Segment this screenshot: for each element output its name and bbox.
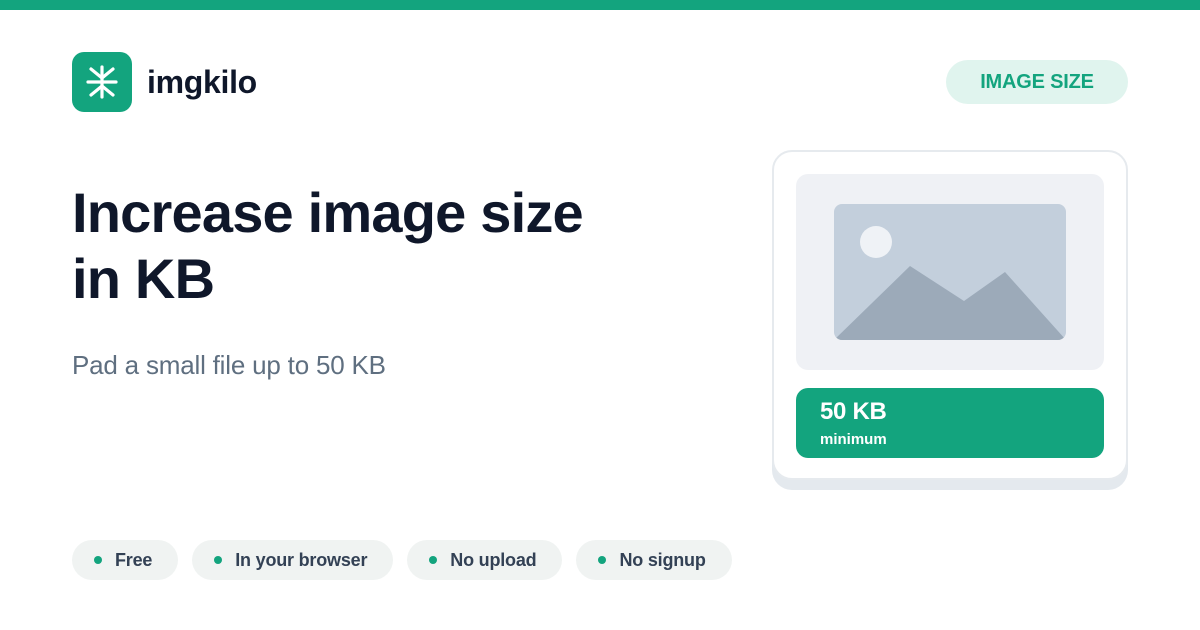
bullet-dot-icon [429,556,438,564]
feature-chip: Free [72,540,179,580]
bullet-dot-icon [214,556,223,564]
size-badge: 50 KB minimum [796,388,1104,458]
feature-chip-label: No signup [619,549,706,570]
og-card: imgkilo IMAGE SIZE Increase image size i… [0,0,1200,630]
feature-chip-label: No upload [450,549,537,570]
top-accent-bar [0,0,1200,10]
feature-chip: No signup [576,540,732,580]
page-title: Increase image size in KB [72,180,712,312]
image-placeholder-icon [834,204,1066,340]
feature-chip-label: Free [115,549,153,570]
preview-card: 50 KB minimum [772,150,1128,480]
feature-chip: In your browser [192,540,394,580]
compress-arrows-icon [72,52,132,112]
page-title-line-1: Increase image size [72,181,584,244]
image-preview [796,174,1104,370]
page-subtitle: Pad a small file up to 50 KB [72,350,386,380]
brand-name: imgkilo [147,63,257,100]
size-caption: minimum [820,431,887,448]
feature-chip-label: In your browser [235,549,368,570]
page-title-line-2: in KB [72,247,215,310]
bullet-dot-icon [94,556,102,564]
size-value: 50 KB [820,398,887,425]
category-badge: IMAGE SIZE [946,60,1128,104]
brand[interactable]: imgkilo [72,52,257,112]
bullet-dot-icon [598,556,607,564]
feature-chip: No upload [407,540,563,580]
feature-chips: Free In your browser No upload No signup [72,540,746,580]
